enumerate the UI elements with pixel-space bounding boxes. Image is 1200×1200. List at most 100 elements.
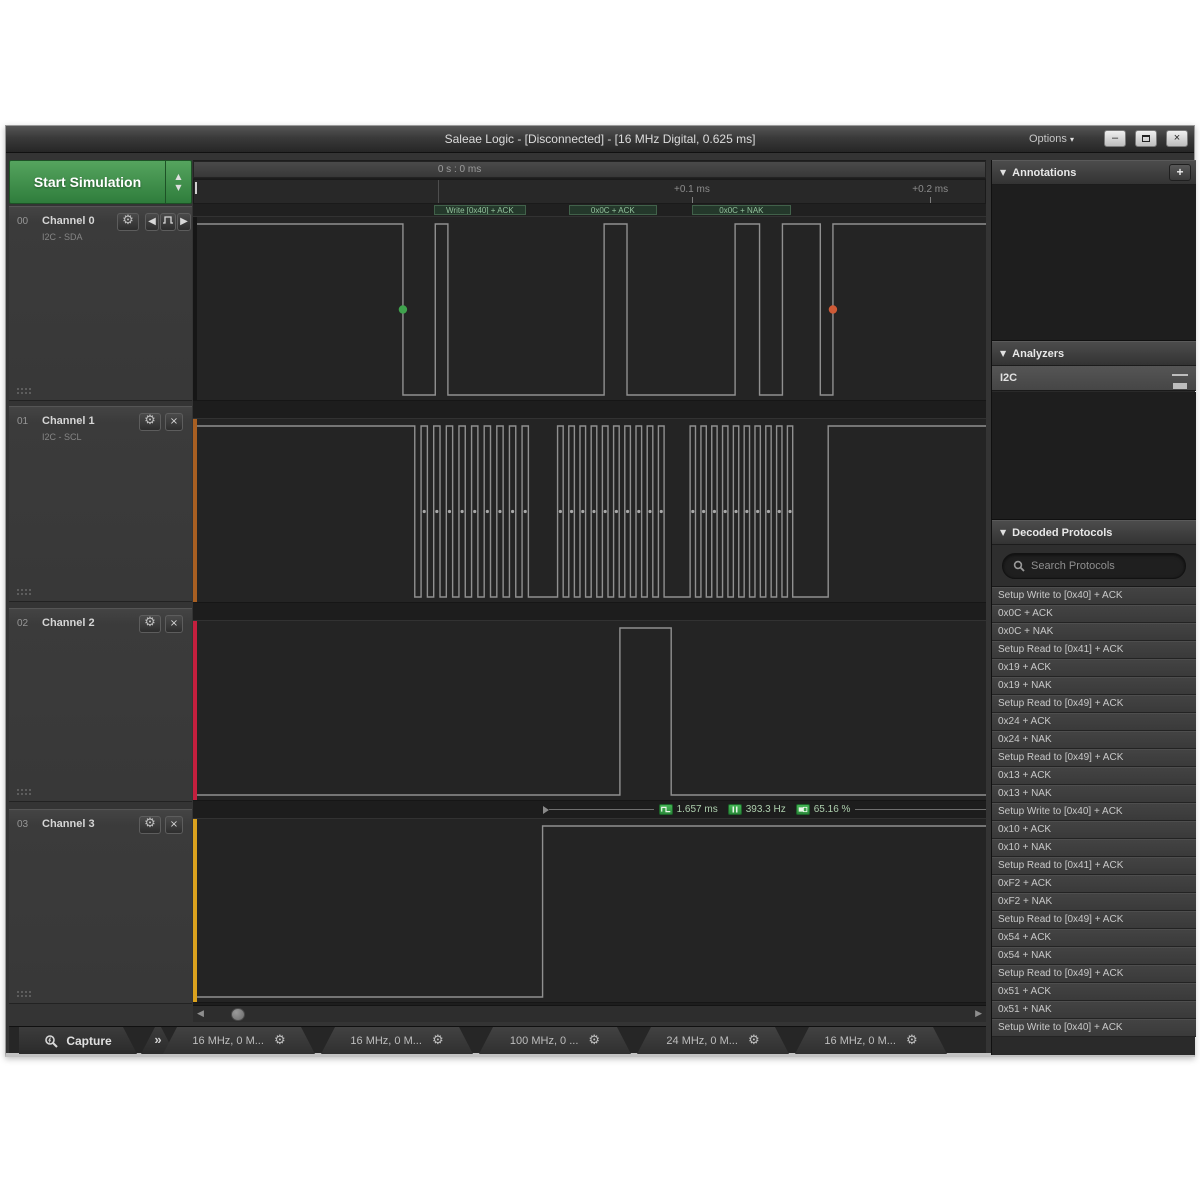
protocol-list-item[interactable]: 0x10 + NAK (992, 839, 1196, 856)
device-tab-3[interactable]: 24 MHz, 0 M...⚙ (637, 1027, 789, 1054)
annotations-panel-header[interactable]: ▼ Annotations + (992, 160, 1196, 185)
protocol-search-box[interactable] (1002, 553, 1186, 579)
sample-dot (648, 510, 651, 513)
protocol-list-item[interactable]: 0xF2 + ACK (992, 875, 1196, 892)
waveform-channel-0[interactable] (193, 216, 986, 401)
gear-icon[interactable]: ⚙ (906, 1034, 918, 1047)
device-tab-2[interactable]: 100 MHz, 0 ...⚙ (479, 1027, 631, 1054)
protocol-list-item[interactable]: 0x13 + NAK (992, 785, 1196, 802)
horizontal-scrollbar[interactable]: ◀ ▶ (193, 1005, 986, 1022)
start-simulation-dropdown[interactable]: ▲ ▼ (165, 161, 191, 203)
protocol-list-item[interactable]: 0x51 + ACK (992, 983, 1196, 1000)
protocol-list-item[interactable]: 0xF2 + NAK (992, 893, 1196, 910)
sample-dot (637, 510, 640, 513)
analyzers-panel-header[interactable]: ▼ Analyzers + (992, 341, 1196, 366)
waveform-area[interactable]: 0 s : 0 ms +0.1 ms+0.2 ms Write [0x40] +… (193, 160, 986, 1022)
resize-grip-icon[interactable] (16, 588, 32, 595)
device-tab-0[interactable]: 16 MHz, 0 M...⚙ (163, 1027, 315, 1054)
decoded-protocols-header[interactable]: ▼ Decoded Protocols ⚙ (992, 520, 1196, 545)
add-annotation-button[interactable]: + (1169, 164, 1191, 181)
channel-settings-button[interactable]: ⚙ (139, 816, 161, 834)
protocol-list-item[interactable]: 0x10 + ACK (992, 821, 1196, 838)
protocol-search-input[interactable] (1031, 560, 1171, 572)
analyzer-item-i2c[interactable]: I2C (992, 366, 1196, 391)
protocol-list-item[interactable]: 0x54 + NAK (992, 947, 1196, 964)
protocol-list-item[interactable]: Setup Read to [0x41] + ACK (992, 641, 1196, 658)
resize-grip-icon[interactable] (16, 990, 32, 997)
protocol-annotation: 0x0C + NAK (692, 205, 791, 215)
scrollbar-thumb[interactable] (231, 1008, 245, 1021)
start-simulation-button[interactable]: Start Simulation ▲ ▼ (9, 160, 192, 204)
protocol-list-item[interactable]: Setup Read to [0x49] + ACK (992, 911, 1196, 928)
channel-color-strip (193, 217, 197, 400)
protocol-list-item[interactable]: 0x51 + NAK (992, 1001, 1196, 1018)
protocol-list-item[interactable]: Setup Read to [0x49] + ACK (992, 965, 1196, 982)
protocol-search-row (992, 545, 1196, 587)
timeline-tick-label: +0.2 ms (912, 184, 948, 195)
sample-dot (511, 510, 514, 513)
maximize-button[interactable] (1135, 130, 1157, 147)
menu-icon[interactable] (1172, 374, 1188, 383)
timeline-tick (692, 197, 693, 203)
waveform-plot (193, 217, 986, 402)
minimize-button[interactable]: – (1104, 130, 1126, 147)
options-menu[interactable]: Options ▾ (1029, 133, 1074, 145)
channel-color-strip (193, 621, 197, 800)
protocol-list-item[interactable]: 0x19 + ACK (992, 659, 1196, 676)
protocol-list-item[interactable]: Setup Write to [0x40] + ACK (992, 587, 1196, 604)
device-tab-1[interactable]: 16 MHz, 0 M...⚙ (321, 1027, 473, 1054)
measure-line (549, 809, 654, 810)
protocol-list-item[interactable]: Setup Read to [0x49] + ACK (992, 749, 1196, 766)
protocol-list-item[interactable]: 0x24 + ACK (992, 713, 1196, 730)
protocol-list-item[interactable]: Setup Write to [0x40] + ACK (992, 803, 1196, 820)
next-edge-button[interactable]: ▶ (177, 213, 191, 231)
pulse-edge-button[interactable] (160, 213, 176, 231)
channel-settings-button[interactable]: ⚙ (117, 213, 139, 231)
protocol-list-item[interactable]: Setup Read to [0x41] + ACK (992, 857, 1196, 874)
protocol-list-item[interactable]: 0x0C + ACK (992, 605, 1196, 622)
protocol-list-item[interactable]: Setup Write to [0x40] + ACK (992, 1019, 1196, 1036)
chevron-up-icon: ▲ (175, 172, 181, 181)
scroll-right-icon[interactable]: ▶ (975, 1009, 982, 1019)
channel-close-button[interactable]: × (165, 615, 183, 633)
waveform-channel-3[interactable] (193, 818, 986, 1003)
protocol-list-item[interactable]: 0x24 + NAK (992, 731, 1196, 748)
edge-marker-icon[interactable] (829, 305, 837, 313)
gear-icon[interactable]: ⚙ (748, 1034, 760, 1047)
protocol-list-item[interactable]: 0x54 + ACK (992, 929, 1196, 946)
channel-row-3[interactable]: 03Channel 3⚙× (9, 809, 192, 1004)
waveform-channel-2[interactable] (193, 620, 986, 801)
channel-close-button[interactable]: × (165, 816, 183, 834)
duty-cycle-icon (796, 804, 810, 815)
gear-icon[interactable]: ⚙ (432, 1034, 444, 1047)
channel-row-1[interactable]: 01Channel 1I2C - SCL⚙× (9, 406, 192, 602)
channel-settings-button[interactable]: ⚙ (139, 615, 161, 633)
waveform-channel-1[interactable] (193, 418, 986, 603)
resize-grip-icon[interactable] (16, 387, 32, 394)
edge-marker-icon[interactable] (399, 305, 407, 313)
close-button[interactable]: × (1166, 130, 1188, 147)
gear-icon[interactable]: ⚙ (588, 1034, 600, 1047)
prev-edge-button[interactable]: ◀ (145, 213, 159, 231)
timeline-header[interactable]: 0 s : 0 ms (193, 161, 986, 178)
sample-dot (461, 510, 464, 513)
gear-icon: ⚙ (144, 413, 156, 428)
pulse-icon (163, 216, 173, 224)
sample-dot (734, 510, 737, 513)
capture-tab[interactable]: Capture (19, 1027, 137, 1054)
channel-settings-button[interactable]: ⚙ (139, 413, 161, 431)
resize-grip-icon[interactable] (16, 788, 32, 795)
collapse-triangle-icon: ▼ (1000, 528, 1006, 537)
scroll-left-icon[interactable]: ◀ (197, 1009, 204, 1019)
channel-close-button[interactable]: × (165, 413, 183, 431)
device-tab-4[interactable]: 16 MHz, 0 M...⚙ (795, 1027, 947, 1054)
protocol-list-item[interactable]: 0x19 + NAK (992, 677, 1196, 694)
sample-dot (559, 510, 562, 513)
protocol-list-item[interactable]: Setup Read to [0x49] + ACK (992, 695, 1196, 712)
channel-row-0[interactable]: 00Channel 0I2C - SDA⚙◀▶ (9, 206, 192, 401)
timeline-ruler[interactable]: +0.1 ms+0.2 ms (193, 179, 986, 204)
gear-icon[interactable]: ⚙ (274, 1034, 286, 1047)
channel-row-2[interactable]: 02Channel 2⚙× (9, 608, 192, 802)
protocol-list-item[interactable]: 0x13 + ACK (992, 767, 1196, 784)
protocol-list-item[interactable]: 0x0C + NAK (992, 623, 1196, 640)
